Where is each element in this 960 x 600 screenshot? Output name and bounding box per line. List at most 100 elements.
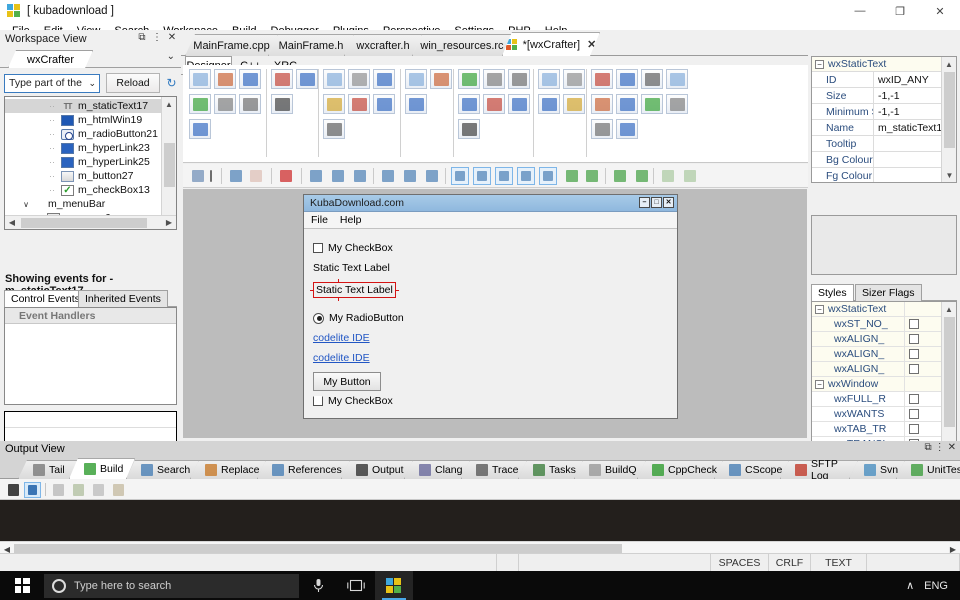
palette-item-1-1-2[interactable] xyxy=(214,69,236,89)
property-value[interactable] xyxy=(874,136,944,151)
event-handlers-list[interactable]: Event Handlers xyxy=(4,307,177,405)
mock-minimize-button[interactable]: – xyxy=(639,197,650,208)
property-grid[interactable]: − wxStaticText ID wxID_ANY Size -1,-1 Minimu… xyxy=(811,56,957,183)
style-value-cell[interactable] xyxy=(904,347,942,361)
property-group-header[interactable]: − wxStaticText xyxy=(812,57,956,72)
reload-button[interactable]: Reload xyxy=(106,73,160,93)
tab-close-icon[interactable]: ✕ xyxy=(587,38,596,51)
output-tab-cscope[interactable]: CScope xyxy=(714,460,789,479)
palette-item-7-1-1[interactable] xyxy=(591,69,613,89)
tree-expander-icon[interactable]: ∨ xyxy=(21,200,31,209)
palette-item-5-1-3[interactable] xyxy=(508,69,530,89)
link-icon[interactable] xyxy=(24,482,41,498)
palette-item-4-1-1[interactable] xyxy=(405,69,427,89)
style-value-cell[interactable] xyxy=(904,377,942,391)
output-tab-cppcheck[interactable]: CppCheck xyxy=(637,460,723,479)
tab-control-events[interactable]: Control Events xyxy=(4,290,87,307)
palette-item-7-1-3[interactable] xyxy=(641,69,663,89)
property-row-minimumsize[interactable]: Minimum Size-1,-1 xyxy=(812,104,944,120)
output-tab-replace[interactable]: Replace xyxy=(190,460,266,479)
style-row-wxtab_tr[interactable]: wxTAB_TR xyxy=(812,422,942,437)
palette-item-3-2-1[interactable] xyxy=(323,94,345,114)
workspace-float-icon[interactable]: ⧉ xyxy=(136,32,148,43)
output-close-icon[interactable]: ✕ xyxy=(948,442,956,453)
palette-item-1-3-1[interactable] xyxy=(189,119,211,139)
windows-start-icon[interactable] xyxy=(0,571,44,600)
palette-item-5-2-1[interactable] xyxy=(458,94,480,114)
tree-item-m_button27[interactable]: ·· m_button27 xyxy=(5,169,162,183)
property-row-fgcolour[interactable]: Fg Colour xyxy=(812,168,944,182)
border-left-icon[interactable] xyxy=(451,167,469,185)
palette-item-3-2-3[interactable] xyxy=(373,94,395,114)
style-row-wxst_no_[interactable]: wxST_NO_ xyxy=(812,317,942,332)
filter-combo[interactable]: Type part of the fil ⌄ xyxy=(4,73,100,93)
mock-button-1-label[interactable]: My Button xyxy=(313,372,381,391)
scroll-down-icon[interactable]: ▼ xyxy=(942,168,956,182)
collapse-icon[interactable]: − xyxy=(815,304,824,314)
output-tab-unittest[interactable]: UnitTest xyxy=(896,460,960,479)
palette-item-1-1-3[interactable] xyxy=(239,69,261,89)
palette-item-3-3-1[interactable] xyxy=(323,119,345,139)
mock-hyperlink-1[interactable]: codelite IDE xyxy=(313,332,668,344)
move-down-icon[interactable] xyxy=(633,167,651,185)
output-tab-buildq[interactable]: BuildQ xyxy=(574,460,646,479)
palette-item-3-2-2[interactable] xyxy=(348,94,370,114)
editor-tab-mainframeh[interactable]: MainFrame.h xyxy=(268,34,354,56)
move-up-icon[interactable] xyxy=(611,167,629,185)
scroll-right-icon[interactable]: ▶ xyxy=(162,216,176,229)
align-middle-vertical-icon[interactable] xyxy=(401,167,419,185)
style-checkbox[interactable] xyxy=(909,409,919,419)
palette-item-3-1-3[interactable] xyxy=(373,69,395,89)
output-menu-icon[interactable]: ⋮ xyxy=(935,442,945,453)
expand-icon[interactable] xyxy=(563,167,581,185)
editor-tab-winresourcesrc[interactable]: win_resources.rc xyxy=(412,34,512,56)
palette-item-5-3-1[interactable] xyxy=(458,119,480,139)
output-tab-svn[interactable]: Svn xyxy=(849,460,905,479)
pin-icon[interactable] xyxy=(5,482,22,498)
palette-item-5-2-2[interactable] xyxy=(483,94,505,114)
tree-item-m_checkBox13[interactable]: ·· ✓ m_checkBox13 xyxy=(5,183,162,197)
palette-item-2-1-1[interactable] xyxy=(271,69,293,89)
palette-item-7-3-2[interactable] xyxy=(616,119,638,139)
palette-item-7-2-1[interactable] xyxy=(591,94,613,114)
property-row-size[interactable]: Size -1,-1 xyxy=(812,88,944,104)
palette-item-7-3-1[interactable] xyxy=(591,119,613,139)
editor-tab-wxcrafter[interactable]: *[wxCrafter] ✕ xyxy=(502,32,600,56)
palette-item-7-2-4[interactable] xyxy=(666,94,688,114)
preview-disabled-icon[interactable] xyxy=(247,167,265,185)
style-row-wxalign_[interactable]: wxALIGN_ xyxy=(812,347,942,362)
palette-item-7-1-2[interactable] xyxy=(616,69,638,89)
property-row-bgcolour[interactable]: Bg Colour xyxy=(812,152,944,168)
palette-item-5-1-1[interactable] xyxy=(458,69,480,89)
status-cell-spaces[interactable]: SPACES xyxy=(711,554,769,572)
collapse-icon[interactable]: − xyxy=(815,59,824,69)
checkbox-icon[interactable] xyxy=(313,396,323,406)
tab-inherited-events[interactable]: Inherited Events xyxy=(78,290,168,307)
style-row-wxalign_[interactable]: wxALIGN_ xyxy=(812,332,942,347)
checkbox-icon[interactable] xyxy=(313,243,323,253)
minimize-button[interactable]: — xyxy=(840,0,880,22)
output-tab-output[interactable]: Output xyxy=(341,460,413,479)
mock-hyperlink-2-label[interactable]: codelite IDE xyxy=(313,352,370,364)
cortana-circle-icon[interactable] xyxy=(52,578,66,593)
workspace-menu-icon[interactable]: ⋮ xyxy=(151,32,163,43)
palette-item-7-1-4[interactable] xyxy=(666,69,688,89)
mock-maximize-button[interactable]: □ xyxy=(651,197,662,208)
delete-icon[interactable] xyxy=(277,167,295,185)
property-value[interactable] xyxy=(874,152,944,167)
property-value[interactable]: m_staticText17 xyxy=(874,120,944,135)
language-indicator[interactable]: ENG xyxy=(924,580,948,592)
tree-item-m_htmlWin19[interactable]: ·· m_htmlWin19 xyxy=(5,113,162,127)
output-tab-clang[interactable]: Clang xyxy=(404,460,470,479)
style-checkbox[interactable] xyxy=(909,424,919,434)
tree-item-m_radioButton21[interactable]: ·· m_radioButton21 xyxy=(5,127,162,141)
output-tab-search[interactable]: Search xyxy=(126,460,199,479)
microphone-icon[interactable] xyxy=(299,571,337,600)
workspace-close-icon[interactable]: ✕ xyxy=(166,32,178,43)
property-value[interactable]: wxID_ANY xyxy=(874,72,944,87)
property-vertical-scrollbar[interactable]: ▲ ▼ xyxy=(941,57,956,182)
style-value-cell[interactable] xyxy=(904,362,942,376)
palette-item-3-1-2[interactable] xyxy=(348,69,370,89)
tree-vertical-scrollbar[interactable]: ▲ ▼ xyxy=(161,97,176,229)
tree-item-m_hyperLink23[interactable]: ·· m_hyperLink23 xyxy=(5,141,162,155)
